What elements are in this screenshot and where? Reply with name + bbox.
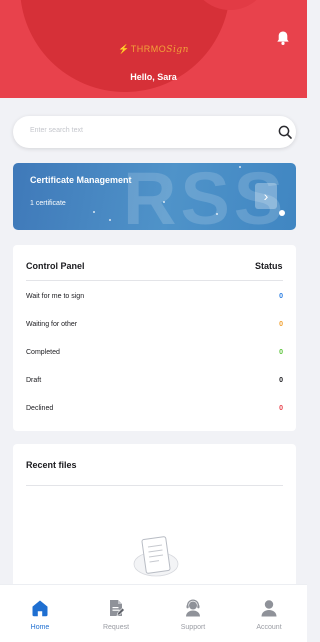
row-count: 0	[279, 293, 283, 300]
divider	[26, 280, 283, 281]
empty-document-icon	[133, 536, 179, 577]
row-count: 0	[279, 377, 283, 384]
recent-files-section: Recent files	[13, 444, 296, 604]
certificate-count: 1 certificate	[30, 200, 66, 207]
chevron-right-icon[interactable]: ›	[255, 183, 277, 209]
search-icon[interactable]	[277, 124, 293, 140]
row-label: Draft	[26, 377, 42, 384]
logo-mark-icon: ⚡	[118, 44, 130, 54]
tab-label: Home	[30, 624, 50, 631]
app-header: ⚡THRMOSign Hello, Sara	[0, 0, 307, 98]
indicator-dot	[279, 210, 285, 216]
search-bar[interactable]: Enter search text	[13, 116, 296, 148]
user-icon	[261, 600, 277, 617]
row-count: 0	[279, 321, 283, 328]
tab-account[interactable]: Account	[238, 585, 300, 642]
tab-label: Request	[102, 624, 130, 631]
logo-text: THRMO	[130, 44, 167, 54]
row-label: Declined	[26, 405, 54, 412]
row-label: Completed	[26, 349, 60, 356]
tab-home[interactable]: Home	[9, 585, 71, 642]
row-count: 0	[279, 405, 283, 412]
app-logo: ⚡THRMOSign	[0, 44, 307, 55]
tab-label: Account	[256, 624, 282, 631]
bottom-tab-bar: Home Request Support Account	[0, 584, 307, 642]
status-header: Status	[255, 261, 283, 271]
control-row-draft[interactable]: Draft 0	[26, 377, 283, 389]
sparkle-decoration	[109, 219, 111, 221]
sparkle-decoration	[216, 213, 218, 215]
tab-label: Support	[180, 624, 206, 631]
divider	[26, 485, 283, 486]
control-panel: Control Panel Status Wait for me to sign…	[13, 245, 296, 431]
row-count: 0	[279, 349, 283, 356]
bell-icon[interactable]	[275, 30, 291, 46]
control-row-wait-for-me[interactable]: Wait for me to sign 0	[26, 293, 283, 305]
control-row-completed[interactable]: Completed 0	[26, 349, 283, 361]
row-label: Wait for me to sign	[26, 293, 85, 300]
tab-request[interactable]: Request	[85, 585, 147, 642]
control-panel-title: Control Panel	[26, 261, 85, 271]
support-agent-icon	[186, 599, 200, 617]
certificate-management-card[interactable]: RSS Certificate Management 1 certificate…	[13, 163, 296, 230]
search-input[interactable]: Enter search text	[30, 127, 83, 134]
control-row-waiting-for-other[interactable]: Waiting for other 0	[26, 321, 283, 333]
sparkle-decoration	[239, 166, 241, 168]
control-row-declined[interactable]: Declined 0	[26, 405, 283, 417]
logo-script-text: Sign	[166, 45, 189, 55]
card-title: Certificate Management	[30, 175, 132, 185]
sparkle-decoration	[163, 201, 165, 203]
home-icon	[32, 600, 48, 617]
document-edit-icon	[110, 600, 125, 616]
greeting-text: Hello, Sara	[130, 72, 177, 82]
row-label: Waiting for other	[26, 321, 78, 328]
sparkle-decoration	[93, 211, 95, 213]
tab-support[interactable]: Support	[162, 585, 224, 642]
recent-files-title: Recent files	[26, 460, 77, 470]
